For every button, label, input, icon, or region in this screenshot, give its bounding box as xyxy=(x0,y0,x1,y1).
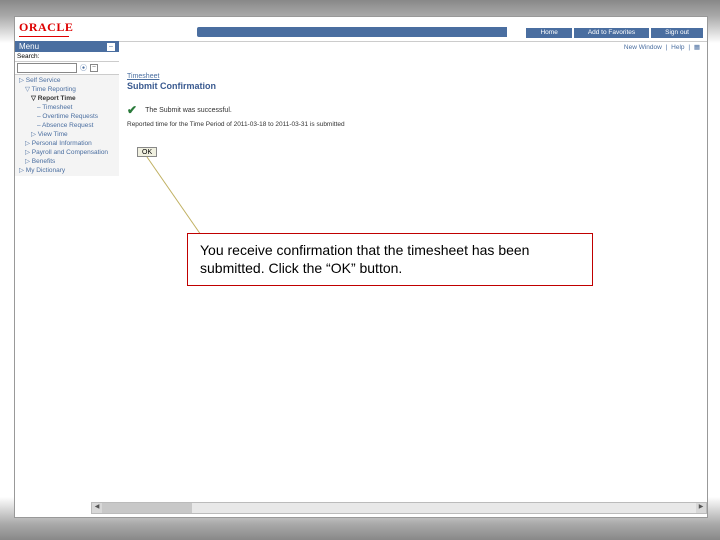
menu-absence-request[interactable]: – Absence Request xyxy=(17,121,117,130)
ok-button[interactable]: OK xyxy=(137,147,157,157)
confirm-detail: Reported time for the Time Period of 201… xyxy=(127,121,687,128)
breadcrumb-timesheet[interactable]: Timesheet xyxy=(127,73,687,80)
menu-collapse-all-icon[interactable]: – xyxy=(90,64,98,72)
top-links: New Window | Help | ▦ xyxy=(623,43,701,51)
nav-sign-out[interactable]: Sign out xyxy=(651,28,703,38)
page-title: Submit Confirmation xyxy=(127,81,687,91)
confirmation-row: ✔ The Submit was successful. xyxy=(127,103,687,117)
menu-search-row: Search: xyxy=(15,52,119,62)
menu-payroll-comp[interactable]: ▷ Payroll and Compensation xyxy=(17,148,117,157)
header-bar: ORACLE Home Add to Favorites Sign out xyxy=(15,17,707,42)
link-new-window[interactable]: New Window xyxy=(624,44,662,51)
main-content: Timesheet Submit Confirmation ✔ The Subm… xyxy=(127,73,687,128)
horizontal-scrollbar[interactable]: ◀ ▶ xyxy=(91,502,707,514)
confirm-message: The Submit was successful. xyxy=(145,107,232,114)
sidebar-menu: Menu – Search: ⦿ – ▷ Self Service ▽ Time… xyxy=(15,41,119,176)
customize-icon[interactable]: ▦ xyxy=(694,44,700,51)
menu-report-time[interactable]: ▽ Report Time xyxy=(17,94,117,103)
menu-overtime-requests[interactable]: – Overtime Requests xyxy=(17,112,117,121)
nav-add-favorites[interactable]: Add to Favorites xyxy=(574,28,649,38)
scroll-thumb[interactable] xyxy=(102,503,192,513)
scroll-left-icon[interactable]: ◀ xyxy=(92,503,102,513)
oracle-logo: ORACLE xyxy=(19,20,73,35)
menu-search-input[interactable] xyxy=(17,63,77,73)
menu-benefits[interactable]: ▷ Benefits xyxy=(17,157,117,166)
nav-bar: Home Add to Favorites Sign out xyxy=(524,27,703,38)
menu-header: Menu – xyxy=(15,41,119,52)
scroll-track[interactable] xyxy=(102,503,696,513)
scroll-right-icon[interactable]: ▶ xyxy=(696,503,706,513)
nav-home[interactable]: Home xyxy=(526,28,571,38)
checkmark-icon: ✔ xyxy=(127,103,137,117)
menu-self-service[interactable]: ▷ Self Service xyxy=(17,76,117,85)
menu-search-input-row: ⦿ – xyxy=(15,62,119,75)
divider: | xyxy=(688,44,692,51)
menu-personal-info[interactable]: ▷ Personal Information xyxy=(17,139,117,148)
callout-text: You receive confirmation that the timesh… xyxy=(200,242,529,276)
instruction-callout: You receive confirmation that the timesh… xyxy=(187,233,593,286)
menu-view-time[interactable]: ▷ View Time xyxy=(17,130,117,139)
divider: | xyxy=(666,44,670,51)
menu-time-reporting[interactable]: ▽ Time Reporting xyxy=(17,85,117,94)
menu-tree: ▷ Self Service ▽ Time Reporting ▽ Report… xyxy=(15,75,119,176)
menu-title-text: Menu xyxy=(19,42,39,51)
menu-my-dictionary[interactable]: ▷ My Dictionary xyxy=(17,166,117,175)
app-window: ORACLE Home Add to Favorites Sign out Ne… xyxy=(14,16,708,518)
nav-fill xyxy=(197,27,507,37)
collapse-menu-icon[interactable]: – xyxy=(107,43,115,51)
search-label: Search: xyxy=(17,53,39,60)
search-go-icon[interactable]: ⦿ xyxy=(80,63,87,73)
link-help[interactable]: Help xyxy=(671,44,684,51)
menu-timesheet[interactable]: – Timesheet xyxy=(17,103,117,112)
